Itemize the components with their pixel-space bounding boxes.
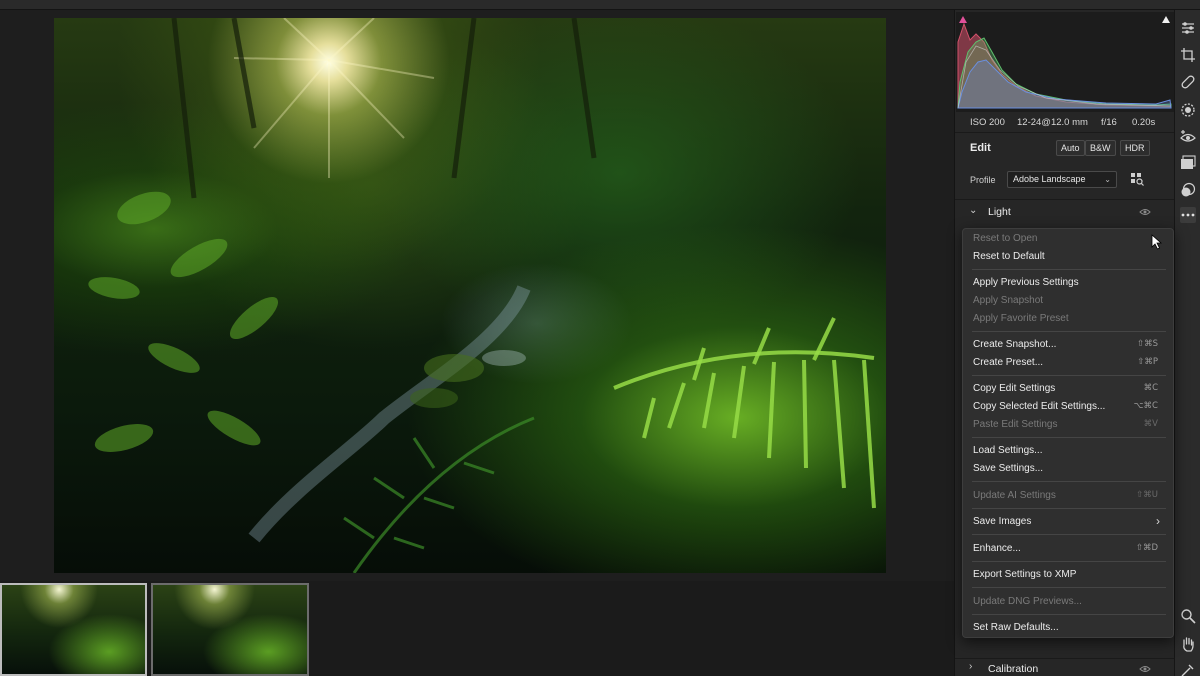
menu-separator [972, 508, 1166, 509]
menu-item-copy-edit-settings[interactable]: Copy Edit Settings ⌘C [964, 380, 1172, 398]
mouse-pointer-icon [1151, 234, 1163, 250]
profile-label: Profile [970, 175, 996, 185]
menu-item-apply-snapshot: Apply Snapshot [973, 295, 1044, 306]
shutter-value: 0.20s [1132, 117, 1156, 128]
profile-browser-icon[interactable] [1130, 172, 1144, 186]
highlight-clipping-icon[interactable] [1161, 14, 1171, 24]
more-button[interactable] [1180, 207, 1196, 223]
more-icon [1181, 213, 1195, 217]
filmstrip [0, 581, 954, 676]
mask-icon[interactable] [1180, 102, 1196, 118]
visibility-eye-icon[interactable] [1139, 208, 1151, 216]
menu-separator [972, 481, 1166, 482]
menu-separator [972, 269, 1166, 270]
menu-item-set-raw-defaults[interactable]: Set Raw Defaults... [964, 619, 1172, 637]
menu-separator [972, 375, 1166, 376]
menu-item-save-settings[interactable]: Save Settings... [964, 460, 1172, 478]
menu-item-paste-edit-settings: Paste Edit Settings ⌘V [973, 419, 1158, 430]
sampler-icon[interactable] [1180, 662, 1196, 676]
menu-item-save-images[interactable]: Save Images › [964, 513, 1172, 531]
filmstrip-thumbnail-2[interactable] [151, 583, 309, 676]
menu-separator [972, 331, 1166, 332]
aperture-value: f/16 [1101, 117, 1117, 128]
menu-item-update-ai-settings: Update AI Settings ⇧⌘U [973, 490, 1158, 501]
menu-item-copy-selected-edit-settings[interactable]: Copy Selected Edit Settings... ⌥⌘C [964, 398, 1172, 416]
chevron-right-icon: › [969, 661, 973, 672]
chevron-down-icon: ⌄ [969, 205, 978, 216]
menu-separator [972, 561, 1166, 562]
photo-foliage [88, 18, 876, 573]
menu-item-load-settings[interactable]: Load Settings... [964, 442, 1172, 460]
sliders-icon[interactable] [1180, 20, 1196, 36]
edit-context-menu: Reset to Open Reset to Default Apply Pre… [962, 228, 1174, 638]
bw-button[interactable]: B&W [1085, 140, 1116, 156]
auto-button[interactable]: Auto [1056, 140, 1085, 156]
hand-icon[interactable] [1180, 636, 1196, 652]
chevron-down-icon: ⌄ [1104, 175, 1111, 184]
histogram [956, 12, 1174, 112]
title-bar [0, 0, 1200, 10]
snapshots-icon[interactable] [1180, 155, 1196, 171]
menu-item-enhance[interactable]: Enhance... ⇧⌘D [964, 540, 1172, 558]
filmstrip-thumbnail-1[interactable] [0, 583, 147, 676]
presets-icon[interactable] [1180, 182, 1196, 198]
edit-header: Edit Auto B&W HDR [955, 132, 1175, 162]
menu-item-apply-previous-settings[interactable]: Apply Previous Settings [964, 274, 1172, 292]
zoom-icon[interactable] [1180, 608, 1196, 624]
main-photo-preview[interactable] [54, 18, 886, 573]
menu-item-export-settings-to-xmp[interactable]: Export Settings to XMP [964, 566, 1172, 584]
menu-item-reset-to-open: Reset to Open [973, 233, 1038, 244]
menu-separator [972, 437, 1166, 438]
iso-value: ISO 200 [970, 117, 1005, 128]
tool-strip [1174, 10, 1200, 676]
light-section-header[interactable]: ⌄ Light [955, 199, 1175, 223]
calibration-section-header[interactable]: › Calibration [955, 658, 1175, 676]
camera-info-bar: ISO 200 12-24@12.0 mm f/16 0.20s [955, 112, 1175, 132]
menu-separator [972, 614, 1166, 615]
menu-item-create-preset[interactable]: Create Preset... ⇧⌘P [964, 354, 1172, 372]
menu-item-update-dng-previews: Update DNG Previews... [973, 596, 1082, 607]
crop-icon[interactable] [1180, 47, 1196, 63]
edit-title: Edit [970, 142, 991, 154]
visibility-eye-icon[interactable] [1139, 665, 1151, 673]
lens-value: 12-24@12.0 mm [1017, 117, 1088, 128]
calibration-section-label: Calibration [988, 663, 1039, 675]
menu-item-apply-favorite-preset: Apply Favorite Preset [973, 313, 1069, 324]
profile-value: Adobe Landscape [1013, 174, 1086, 184]
light-section-label: Light [988, 206, 1011, 218]
menu-separator [972, 587, 1166, 588]
profile-row: Profile Adobe Landscape ⌄ [955, 168, 1175, 194]
chevron-right-icon: › [1156, 514, 1160, 528]
redeye-icon[interactable] [1180, 129, 1196, 145]
menu-item-reset-to-default[interactable]: Reset to Default [964, 248, 1172, 266]
shadow-clipping-icon[interactable] [958, 14, 968, 24]
menu-item-create-snapshot[interactable]: Create Snapshot... ⇧⌘S [964, 336, 1172, 354]
camera-raw-window: ISO 200 12-24@12.0 mm f/16 0.20s Edit Au… [0, 0, 1200, 676]
profile-dropdown[interactable]: Adobe Landscape ⌄ [1007, 171, 1117, 188]
hdr-button[interactable]: HDR [1120, 140, 1150, 156]
healing-icon[interactable] [1180, 74, 1196, 90]
menu-separator [972, 534, 1166, 535]
